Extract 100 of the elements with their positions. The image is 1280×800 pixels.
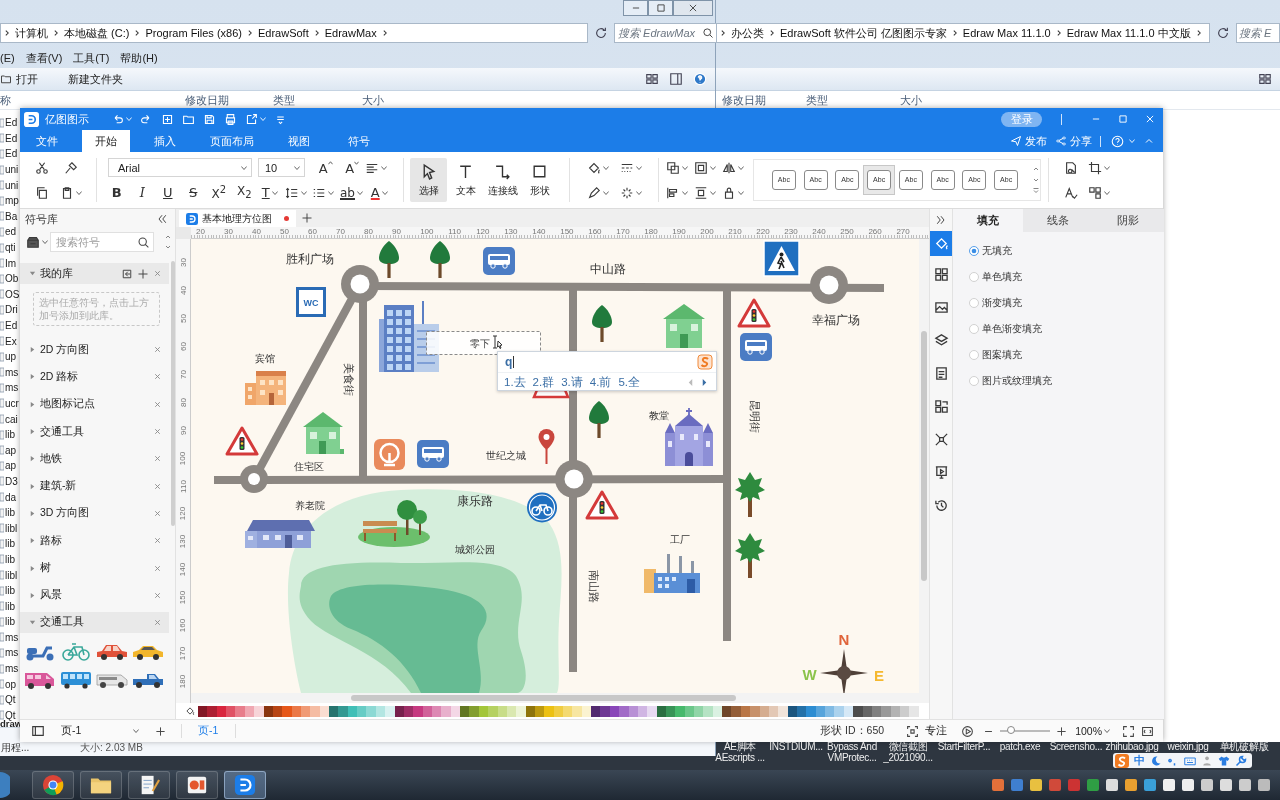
desktop-icon-label[interactable]: INSTDIUM... — [769, 741, 823, 752]
file-name[interactable]: Ed — [5, 148, 18, 160]
desktop-icon-label[interactable]: StartFilterP... — [937, 741, 991, 752]
text-style-button[interactable]: T — [257, 181, 283, 204]
ime-candidate[interactable]: 3.请 — [561, 375, 583, 390]
color-swatch[interactable] — [778, 705, 788, 717]
help-icon[interactable] — [693, 72, 707, 86]
import-icon[interactable] — [121, 267, 133, 280]
file-name[interactable]: mp — [5, 195, 19, 207]
color-swatch[interactable] — [534, 705, 545, 717]
menu-item[interactable]: (E) — [0, 52, 15, 64]
color-swatch[interactable] — [591, 705, 601, 717]
ime-candidate[interactable]: 5.全 — [618, 375, 640, 390]
color-swatch[interactable] — [656, 705, 666, 717]
scrollbar[interactable] — [171, 261, 175, 526]
file-name[interactable]: Ob — [5, 273, 19, 285]
column-header[interactable]: 大小 — [362, 92, 384, 108]
radio-button[interactable] — [969, 324, 979, 334]
tray-icon[interactable] — [1239, 779, 1251, 791]
printer-button[interactable] — [224, 112, 237, 126]
fullscreen-icon[interactable] — [1141, 724, 1154, 738]
library-section-header[interactable]: 建筑-新 — [20, 472, 169, 500]
file-name[interactable]: lib — [5, 600, 15, 612]
keyboard-icon[interactable] — [1184, 754, 1196, 767]
bold-button[interactable]: B — [104, 181, 130, 204]
font-size-select[interactable]: 10 — [258, 158, 305, 177]
strikethrough-button[interactable]: S — [180, 181, 206, 204]
color-swatch[interactable] — [853, 705, 863, 717]
grow-font-button[interactable]: A — [313, 156, 339, 179]
close-icon[interactable] — [153, 345, 162, 355]
tray-icon[interactable] — [1163, 779, 1175, 791]
tray-icon[interactable] — [1125, 779, 1137, 791]
select-tool-button[interactable]: 选择 — [410, 158, 447, 202]
color-swatch[interactable] — [506, 705, 517, 717]
desktop-icon-label[interactable]: zhihubao.jpg — [1105, 741, 1159, 752]
file-name[interactable]: ms — [5, 663, 19, 675]
file-name[interactable]: up — [5, 351, 17, 363]
color-swatch[interactable] — [226, 705, 236, 717]
save-button[interactable] — [203, 112, 216, 126]
file-name[interactable]: ed — [5, 226, 17, 238]
desktop-icon-label[interactable]: Screensho... — [1049, 741, 1103, 752]
scroll-up-icon[interactable] — [164, 233, 172, 241]
color-swatch[interactable] — [357, 705, 367, 717]
desktop-icon-label[interactable]: Bypass And — [827, 741, 877, 752]
color-swatch[interactable] — [825, 705, 835, 717]
ribbon-tab[interactable]: 页面布局 — [200, 130, 264, 152]
color-swatch[interactable] — [300, 705, 311, 717]
breadcrumb[interactable]: EdrawSoft — [257, 27, 309, 39]
address-bar[interactable]: 办公类 EdrawSoft 软件公司 亿图图示专家 Edraw Max 11.1.0 Edraw Max 11.1.0 中文版 — [716, 23, 1210, 43]
close-icon[interactable] — [153, 269, 162, 278]
color-swatch[interactable] — [750, 705, 760, 717]
file-name[interactable]: ms — [5, 647, 19, 659]
font-family-select[interactable]: Arial — [108, 158, 252, 177]
tray-icon[interactable] — [1087, 779, 1099, 791]
color-swatch[interactable] — [628, 705, 638, 717]
search-icon[interactable] — [137, 235, 150, 249]
color-swatch[interactable] — [413, 705, 423, 717]
symbol-search-field[interactable]: 搜索符号 — [50, 232, 154, 252]
page-view-icon[interactable] — [31, 724, 45, 738]
radio-button[interactable] — [969, 272, 979, 282]
tray-icon[interactable] — [1258, 779, 1270, 791]
file-name[interactable]: da — [5, 491, 17, 503]
desktop-icon-label[interactable]: AE脚本 — [723, 741, 757, 752]
shirt-icon[interactable] — [1218, 754, 1230, 767]
menu-item[interactable]: 帮助(H) — [120, 50, 158, 66]
file-name[interactable]: ms — [5, 631, 19, 643]
file-name[interactable]: op — [5, 678, 17, 690]
close-icon[interactable] — [153, 508, 162, 518]
tray-icon[interactable] — [992, 779, 1004, 791]
desktop-icon-label[interactable]: 微信截图 — [888, 741, 928, 752]
color-swatch[interactable] — [712, 705, 723, 717]
maximize-button[interactable] — [648, 0, 673, 16]
shrink-font-button[interactable]: A — [339, 156, 365, 179]
file-name[interactable]: libl — [5, 522, 18, 534]
color-swatch[interactable] — [198, 705, 208, 717]
close-icon[interactable] — [153, 454, 162, 464]
color-swatch[interactable] — [525, 705, 535, 717]
color-swatch[interactable] — [600, 705, 610, 717]
color-swatch[interactable] — [703, 705, 713, 717]
column-header[interactable]: 修改日期 — [722, 88, 766, 112]
library-section-header[interactable]: 交通工具 — [20, 417, 169, 446]
library-section-header[interactable]: 2D 方向图 — [20, 336, 169, 364]
color-swatch[interactable] — [385, 705, 395, 717]
color-swatch[interactable] — [563, 705, 573, 717]
color-swatch[interactable] — [647, 705, 657, 717]
superscript-button[interactable]: X$^{2}$ — [206, 181, 232, 204]
file-name[interactable]: cai — [5, 413, 18, 425]
breadcrumb[interactable]: EdrawSoft 软件公司 亿图图示专家 — [780, 25, 947, 41]
color-swatch[interactable] — [637, 705, 648, 717]
color-swatch[interactable] — [375, 705, 386, 717]
publish-button[interactable]: 发布 — [1010, 130, 1047, 152]
library-section-header[interactable]: 风景 — [20, 581, 169, 609]
tray-icon[interactable] — [1011, 779, 1023, 791]
radio-button[interactable] — [969, 298, 979, 308]
desktop-icon-label[interactable]: 单机破解版 — [1219, 741, 1269, 752]
ime-candidate[interactable]: 4.前 — [589, 375, 612, 390]
underline-button[interactable]: U — [155, 181, 181, 204]
column-header[interactable]: 类型 — [806, 88, 828, 112]
file-name[interactable]: Ba — [5, 210, 18, 222]
breadcrumb[interactable]: Edraw Max 11.1.0 — [962, 27, 1051, 39]
